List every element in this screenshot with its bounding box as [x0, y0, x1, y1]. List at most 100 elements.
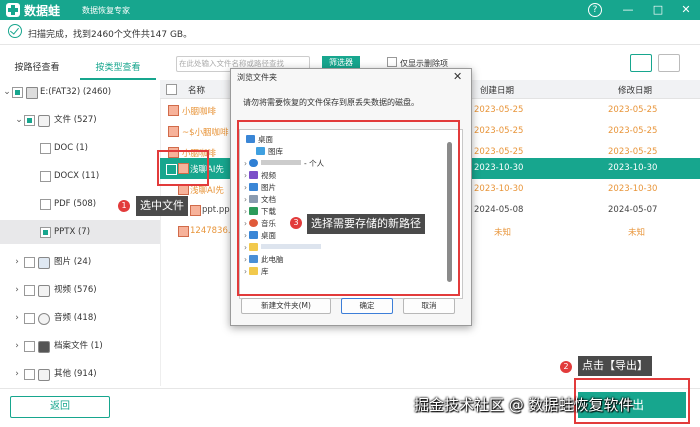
chevron-right-icon[interactable]: › [12, 306, 22, 330]
ok-button[interactable]: 确定 [341, 298, 393, 314]
chevron-right-icon[interactable]: › [12, 278, 22, 302]
checkbox[interactable] [40, 199, 51, 210]
chevron-right-icon[interactable]: › [12, 334, 22, 358]
annotation-callout: 点击【导出】 [578, 356, 652, 376]
back-button[interactable]: 返回 [10, 396, 110, 418]
created-date: 2023-05-25 [474, 126, 524, 136]
show-deleted-label: 仅显示删除项 [400, 59, 448, 68]
file-name: ppt.pp [202, 205, 230, 215]
tree-item-label: 音频 (418) [54, 313, 97, 323]
category-tree: ⌄ E:(FAT32) (2460) ⌄ 文件 (527) DOC (1) DO… [0, 80, 161, 386]
dialog-title: 浏览文件夹 [237, 73, 277, 82]
file-name: ~$小胭咖啡 [182, 128, 229, 138]
new-folder-button[interactable]: 新建文件夹(M) [241, 298, 331, 314]
document-icon [38, 115, 50, 127]
checkbox[interactable] [24, 369, 35, 380]
annotation-badge: 3 [290, 217, 302, 229]
tree-item-doc[interactable]: DOC (1) [0, 136, 160, 160]
created-date: 2023-10-30 [474, 163, 524, 173]
annotation-callout: 选择需要存储的新路径 [307, 214, 425, 234]
tree-item-drive[interactable]: ⌄ E:(FAT32) (2460) [0, 80, 160, 104]
modified-date: 2023-05-25 [608, 147, 658, 157]
created-date: 2023-05-25 [474, 147, 524, 157]
checkbox[interactable] [40, 171, 51, 182]
annotation-badge: 1 [118, 200, 130, 212]
pptx-file-icon [190, 205, 201, 216]
tab-path-view[interactable]: 按路径查看 [6, 58, 68, 78]
checkbox[interactable] [24, 313, 35, 324]
audio-icon [38, 313, 50, 325]
modified-date: 未知 [628, 228, 646, 238]
checkbox[interactable] [24, 285, 35, 296]
close-button[interactable]: ✕ [678, 2, 694, 18]
tree-item-label: PDF (508) [54, 199, 97, 209]
tree-item-label: DOCX (11) [54, 171, 100, 181]
close-icon[interactable]: ✕ [453, 70, 462, 83]
checkbox[interactable] [12, 87, 23, 98]
chevron-right-icon[interactable]: › [12, 362, 22, 386]
chevron-down-icon[interactable]: ⌄ [14, 108, 24, 132]
file-name: 小胭咖啡 [182, 107, 217, 117]
drive-icon [26, 87, 38, 99]
chevron-right-icon[interactable]: › [12, 250, 22, 274]
dialog-message: 请勿将需要恢复的文件保存到原丢失数据的磁盘。 [243, 98, 419, 107]
modified-date: 2023-05-25 [608, 126, 658, 136]
logo-icon [6, 3, 20, 17]
tree-item-label: 其他 (914) [54, 369, 97, 379]
tree-item-audio[interactable]: › 音频 (418) [0, 306, 160, 330]
checkbox[interactable] [40, 227, 51, 238]
pptx-file-icon [178, 226, 189, 237]
modified-date: 2023-10-30 [608, 163, 658, 173]
checkbox[interactable] [24, 257, 35, 268]
created-date: 2024-05-08 [474, 205, 524, 215]
column-created[interactable]: 创建日期 [480, 84, 514, 96]
list-view-icon[interactable] [658, 54, 680, 72]
help-icon[interactable]: ? [588, 3, 602, 17]
tree-item-label: PPTX (7) [54, 227, 91, 237]
tab-type-view[interactable]: 按类型查看 [80, 58, 156, 80]
title-bar: 数据蛙 数据恢复专家 ? — □ ✕ [0, 0, 700, 20]
annotation-badge: 2 [560, 361, 572, 373]
modified-date: 2023-10-30 [608, 184, 658, 194]
tree-item-label: 图片 (24) [54, 257, 92, 267]
tree-item-docx[interactable]: DOCX (11) [0, 164, 160, 188]
checkbox[interactable] [387, 57, 397, 67]
maximize-button[interactable]: □ [650, 2, 666, 18]
tree-item-files[interactable]: ⌄ 文件 (527) [0, 108, 160, 132]
modified-date: 2023-05-25 [608, 105, 658, 115]
column-name[interactable]: 名称 [188, 84, 205, 96]
annotation-box-file [157, 150, 209, 186]
minimize-button[interactable]: — [620, 2, 636, 18]
checkbox[interactable] [24, 341, 35, 352]
chevron-down-icon[interactable]: ⌄ [2, 80, 12, 104]
video-icon [38, 285, 50, 297]
tree-item-label: 档案文件 (1) [54, 341, 103, 351]
checkbox[interactable] [40, 143, 51, 154]
tree-item-label: 视频 (576) [54, 285, 97, 295]
grid-view-icon[interactable] [630, 54, 652, 72]
tree-item-images[interactable]: › 图片 (24) [0, 250, 160, 274]
app-brand: 数据蛙 [24, 4, 61, 18]
tree-item-label: DOC (1) [54, 143, 88, 153]
tree-item-videos[interactable]: › 视频 (576) [0, 278, 160, 302]
tree-item-archives[interactable]: › 档案文件 (1) [0, 334, 160, 358]
check-circle-icon [8, 24, 22, 38]
checkbox[interactable] [24, 115, 35, 126]
cancel-button[interactable]: 取消 [403, 298, 455, 314]
status-row: 扫描完成，找到2460个文件共147 GB。 [0, 20, 700, 45]
select-all-checkbox[interactable] [166, 84, 177, 95]
pptx-file-icon [168, 105, 179, 116]
tree-item-pptx[interactable]: PPTX (7) [0, 220, 160, 244]
created-date: 未知 [494, 228, 512, 238]
tree-item-label: 文件 (527) [54, 115, 97, 125]
modified-date: 2024-05-07 [608, 205, 658, 215]
other-file-icon [38, 369, 50, 381]
created-date: 2023-05-25 [474, 105, 524, 115]
watermark-text: 掘金技术社区 @ 数据蛙恢复软件 [414, 396, 634, 414]
column-modified[interactable]: 修改日期 [618, 84, 652, 96]
image-icon [38, 257, 50, 269]
pptx-file-icon [168, 126, 179, 137]
archive-icon [38, 341, 50, 353]
tree-item-other[interactable]: › 其他 (914) [0, 362, 160, 386]
tree-item-label: E:(FAT32) (2460) [40, 87, 112, 97]
